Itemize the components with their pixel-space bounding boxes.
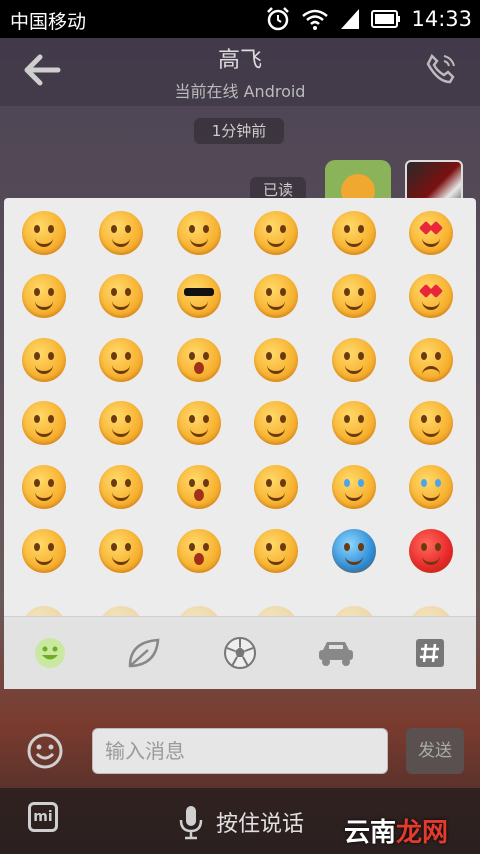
emoji-think[interactable] [254, 529, 298, 573]
emoji-next-row [177, 606, 221, 616]
emoji-next-row [409, 606, 453, 616]
leaf-icon [128, 638, 160, 668]
emoji-hands-cheeks[interactable] [99, 401, 143, 445]
emoji-sweat-laugh[interactable] [99, 465, 143, 509]
carrier-label: 中国移动 [10, 11, 87, 33]
emoji-blue[interactable] [332, 529, 376, 573]
mi-button[interactable]: mi [28, 802, 58, 832]
emoji-cap[interactable] [22, 529, 66, 573]
emoji-toggle-button[interactable] [26, 732, 64, 774]
composer: 输入消息 发送 [0, 718, 480, 784]
emoji-shy[interactable] [22, 401, 66, 445]
emoji-puke[interactable] [177, 465, 221, 509]
emoji-next-row [254, 606, 298, 616]
emoji-confused[interactable] [332, 338, 376, 382]
emoji-bow[interactable] [254, 465, 298, 509]
message-input[interactable]: 输入消息 [92, 728, 388, 774]
emoji-heart-eyes[interactable] [409, 211, 453, 255]
alarm-icon [267, 7, 290, 31]
emoji-rose[interactable] [99, 338, 143, 382]
call-button[interactable] [424, 52, 458, 90]
emoji-grid [4, 198, 476, 616]
emoji-scared[interactable] [177, 338, 221, 382]
smiley-icon [27, 733, 63, 769]
emoji-grin[interactable] [22, 211, 66, 255]
emoji-drool[interactable] [332, 274, 376, 318]
clock: 14:33 [411, 7, 472, 31]
battery-icon [371, 10, 401, 28]
phone-icon [426, 53, 455, 84]
emoji-smile[interactable] [99, 211, 143, 255]
presence-status: 当前在线 Android [174, 82, 306, 101]
hash-icon [416, 639, 444, 667]
car-icon [319, 642, 353, 666]
tab-smiley[interactable] [4, 617, 96, 689]
emoji-heart-drool[interactable] [409, 274, 453, 318]
emoji-next-row [332, 606, 376, 616]
watermark-left: 云南 [344, 818, 397, 848]
emoji-tears[interactable] [409, 465, 453, 509]
emoji-sprout[interactable] [99, 529, 143, 573]
hold-to-talk-button[interactable]: 按住说话 [216, 806, 304, 838]
microphone-icon [179, 806, 203, 840]
emoji-yawn[interactable] [177, 529, 221, 573]
soccer-ball-icon [224, 637, 256, 669]
emoji-panel [4, 198, 476, 689]
emoji-blush[interactable] [254, 211, 298, 255]
emoji-angry[interactable] [409, 529, 453, 573]
emoji-sparkle-eyes[interactable] [22, 465, 66, 509]
tab-symbols[interactable] [384, 617, 476, 689]
tab-transport[interactable] [288, 617, 384, 689]
status-bar: 中国移动 14:33 [0, 0, 480, 38]
emoji-kiss-note[interactable] [22, 274, 66, 318]
send-button[interactable]: 发送 [406, 728, 464, 774]
status-icons: 14:33 [265, 6, 472, 32]
message-timestamp: 1分钟前 [194, 118, 284, 144]
emoji-wail[interactable] [409, 338, 453, 382]
emoji-next-row [99, 606, 143, 616]
emoji-giggle[interactable] [99, 274, 143, 318]
emoji-category-bar [4, 616, 476, 689]
tab-sports[interactable] [192, 617, 288, 689]
emoji-dizzy[interactable] [332, 401, 376, 445]
emoji-wink[interactable] [332, 211, 376, 255]
wifi-icon [302, 9, 329, 30]
emoji-fist[interactable] [254, 401, 298, 445]
smiley-icon [35, 638, 65, 668]
emoji-sly[interactable] [177, 401, 221, 445]
emoji-cry[interactable] [332, 465, 376, 509]
signal-icon [341, 9, 360, 29]
emoji-next-row [22, 606, 66, 616]
emoji-hands-together[interactable] [409, 401, 453, 445]
watermark: 云南龙网 [344, 812, 448, 849]
emoji-happy[interactable] [177, 211, 221, 255]
contact-name: 高飞 [217, 48, 262, 73]
tab-nature[interactable] [96, 617, 192, 689]
bottom-bar: mi 按住说话 云南龙网 [0, 788, 480, 854]
emoji-cool[interactable] [177, 274, 221, 318]
chat-header: 高飞 当前在线 Android [0, 38, 480, 106]
emoji-tongue[interactable] [254, 274, 298, 318]
emoji-kiss-lips[interactable] [22, 338, 66, 382]
watermark-right: 龙网 [396, 818, 449, 848]
emoji-whistle[interactable] [254, 338, 298, 382]
